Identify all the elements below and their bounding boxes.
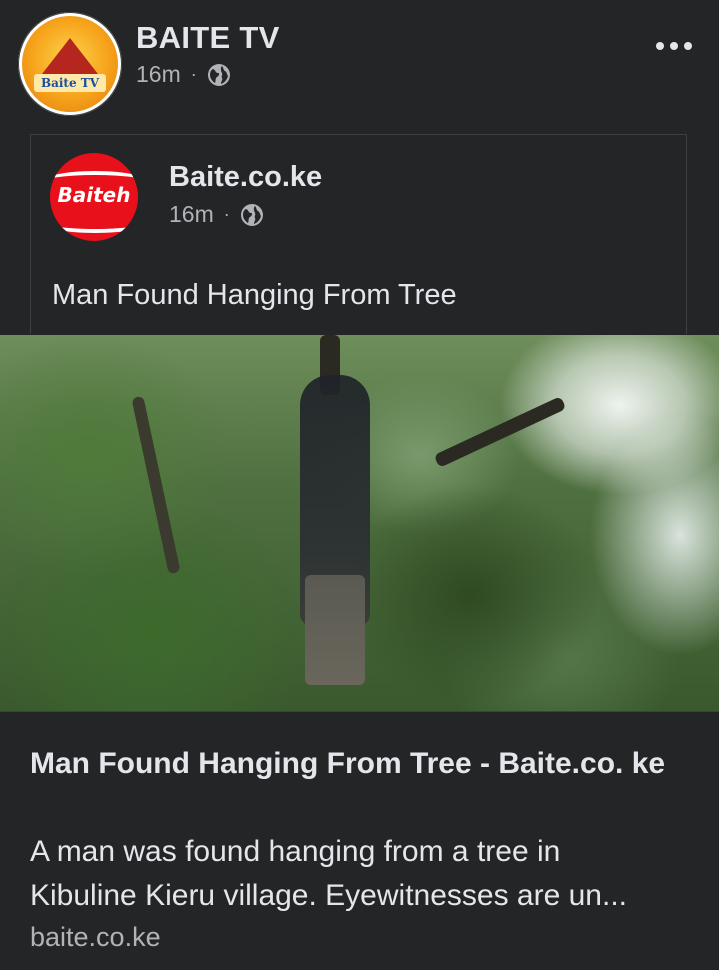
post-header: Baite TV BAITE TV 16m · xyxy=(0,0,719,125)
link-preview-image[interactable] xyxy=(0,335,719,711)
shared-page-avatar[interactable]: Baiteh xyxy=(50,153,138,241)
link-preview-info[interactable]: Man Found Hanging From Tree - Baite.co. … xyxy=(0,711,719,970)
more-dot-icon xyxy=(684,42,692,50)
baite-tv-logo: Baite TV xyxy=(22,16,118,112)
baite-logo-text: Baiteh xyxy=(57,183,131,207)
mountain-logo-icon xyxy=(42,38,98,74)
link-domain: baite.co.ke xyxy=(30,922,161,952)
photo-figure-legs xyxy=(305,575,365,685)
shared-post-card[interactable]: Baiteh Baite.co.ke 16m · Man Found Hangi… xyxy=(30,134,687,334)
post-timestamp[interactable]: 16m xyxy=(136,61,181,88)
page-avatar[interactable]: Baite TV xyxy=(18,12,122,116)
shared-page-name[interactable]: Baite.co.ke xyxy=(169,161,322,194)
more-dot-icon xyxy=(656,42,664,50)
shared-post-meta: 16m · xyxy=(169,201,264,228)
link-description: A man was found hanging from a tree in K… xyxy=(30,830,700,918)
more-options-button[interactable] xyxy=(650,26,698,66)
link-description-line: A man was found hanging from a tree in xyxy=(30,835,561,868)
post-meta: 16m · xyxy=(136,61,231,88)
page-name[interactable]: BAITE TV xyxy=(136,20,280,56)
more-dot-icon xyxy=(670,42,678,50)
link-description-line: Kibuline Kieru village. Eyewitnesses are… xyxy=(30,879,627,912)
avatar-logo-text: Baite TV xyxy=(34,74,106,92)
shared-post-timestamp[interactable]: 16m xyxy=(169,201,214,228)
tree-branch xyxy=(433,396,567,468)
shared-post-text: Man Found Hanging From Tree xyxy=(52,279,457,311)
link-title[interactable]: Man Found Hanging From Tree - Baite.co. … xyxy=(30,742,690,786)
globe-icon xyxy=(240,203,263,226)
tree-branch xyxy=(131,395,181,575)
globe-icon xyxy=(207,63,230,86)
meta-separator: · xyxy=(223,204,230,224)
logo-swoosh xyxy=(50,209,138,233)
meta-separator: · xyxy=(190,64,197,84)
